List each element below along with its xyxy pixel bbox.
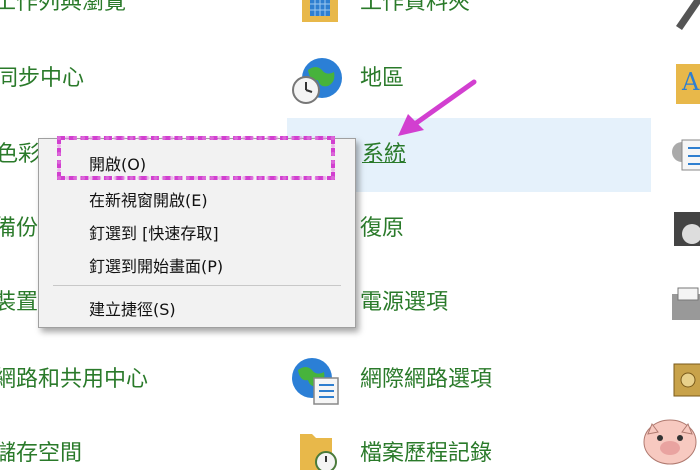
pig-mascot-icon — [643, 419, 697, 465]
menu-item-pin-start[interactable]: 釘選到開始畫面(P) — [89, 253, 223, 277]
task-scheduler-icon — [672, 139, 700, 171]
internet-options-globe-icon — [292, 358, 339, 405]
safe-icon — [673, 363, 700, 397]
menu-item-open[interactable]: 開啟(O) — [89, 151, 146, 175]
menu-item-create-shortcut[interactable]: 建立捷徑(S) — [89, 296, 176, 320]
context-menu: 開啟(O) 在新視窗開啟(E) 釘選到 [快速存取] 釘選到開始畫面(P) 建立… — [38, 136, 356, 328]
recovery-link[interactable]: 復原 — [360, 218, 404, 240]
menu-item-pin-quick-access[interactable]: 釘選到 [快速存取] — [89, 220, 219, 244]
file-history-link[interactable]: 檔案歷程記錄 — [360, 443, 492, 465]
pen-icon — [676, 0, 700, 30]
system-link[interactable]: 系統 — [362, 144, 406, 166]
menu-separator — [53, 285, 341, 286]
annotation-arrow-icon — [398, 79, 477, 136]
menu-item-open-new-window[interactable]: 在新視窗開啟(E) — [89, 187, 208, 211]
left-item-storage-spaces[interactable]: 儲存空間 — [0, 443, 82, 465]
internet-options-link[interactable]: 網際網路選項 — [360, 369, 492, 391]
media-icon — [674, 212, 700, 246]
region-globe-clock-icon — [292, 58, 342, 104]
left-item-network-sharing[interactable]: 網路和共用中心 — [0, 369, 148, 391]
svg-text:A: A — [681, 68, 700, 96]
left-item-sync-center[interactable]: 同步中心 — [0, 68, 84, 90]
fax-icon — [672, 287, 700, 320]
font-folder-icon: A — [676, 64, 700, 104]
work-folders-icon — [302, 0, 338, 22]
left-item-taskbar[interactable]: 工作列與瀏覽 — [0, 0, 126, 14]
file-history-icon — [300, 434, 337, 470]
work-folders-link[interactable]: 工作資料夾 — [360, 0, 470, 14]
power-options-link[interactable]: 電源選項 — [360, 292, 448, 314]
